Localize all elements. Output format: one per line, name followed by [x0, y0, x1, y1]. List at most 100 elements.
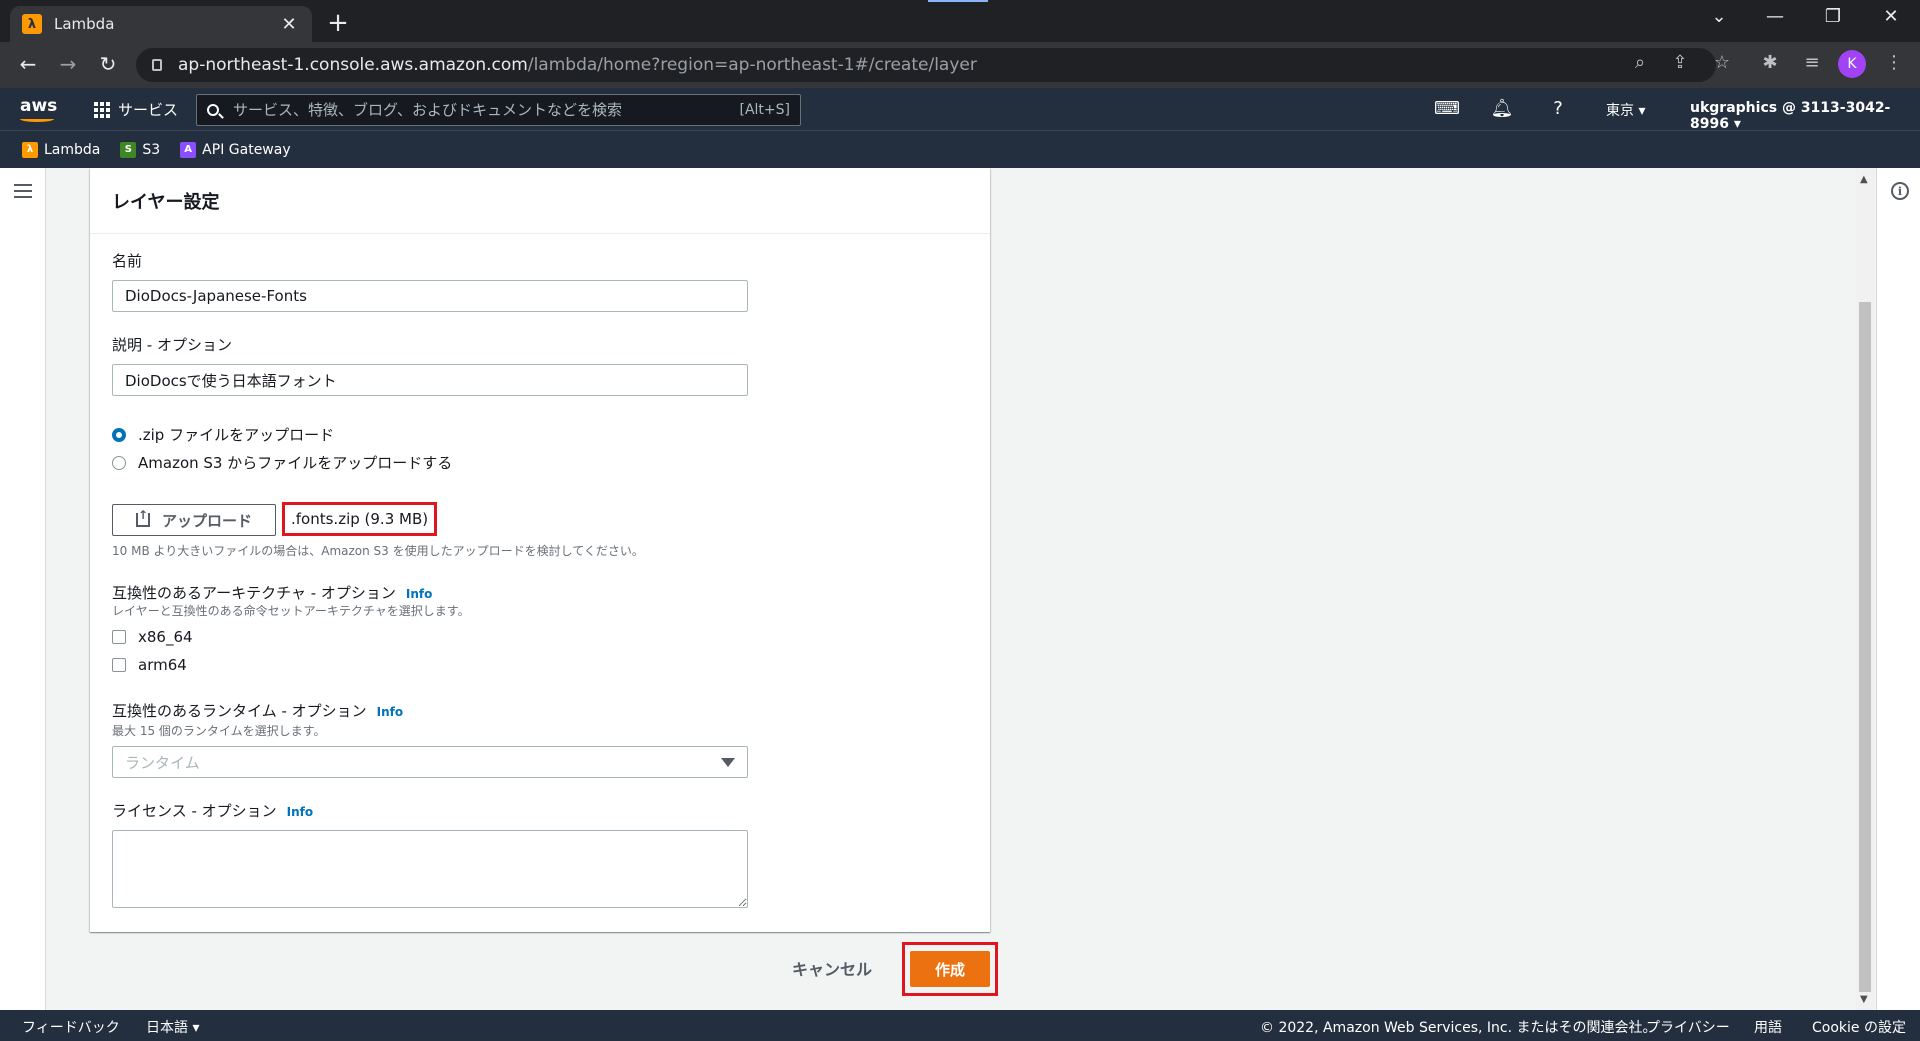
cloudshell-icon[interactable]: ⌨ [1434, 98, 1460, 119]
share-icon[interactable]: ⇪ [1668, 52, 1692, 73]
language-selector[interactable]: 日本語 ▾ [146, 1017, 199, 1037]
tab-search-icon[interactable]: ⌄ [1704, 6, 1734, 27]
extensions-icon[interactable]: ✱ [1758, 52, 1782, 73]
forward-arrow-icon[interactable]: → [54, 52, 82, 76]
aws-top-nav: aws サービス [Alt+S] ⌨ 🔔︎ ? 東京 ▾ ukgraphics … [0, 88, 1920, 132]
feedback-link[interactable]: フィードバック [22, 1017, 120, 1037]
radio-upload-s3[interactable]: Amazon S3 からファイルをアップロードする [112, 452, 452, 473]
aws-search-input[interactable] [233, 101, 740, 119]
section-title: レイヤー設定 [112, 192, 220, 213]
region-selector[interactable]: 東京 ▾ [1606, 100, 1645, 120]
upload-button[interactable]: アップロード [112, 504, 276, 536]
cancel-button[interactable]: キャンセル [792, 956, 872, 980]
description-input[interactable] [112, 364, 748, 396]
services-menu-button[interactable]: サービス [94, 99, 178, 120]
right-tools-rail: i [1876, 168, 1920, 1010]
license-label-text: ライセンス - オプション [112, 802, 277, 820]
tab-close-icon[interactable]: ✕ [278, 14, 300, 35]
profile-avatar[interactable]: K [1838, 50, 1866, 78]
license-textarea[interactable] [112, 830, 748, 908]
scroll-thumb[interactable] [1859, 302, 1871, 992]
aws-search-box[interactable]: [Alt+S] [196, 94, 801, 126]
name-label: 名前 [112, 252, 143, 270]
favorite-s3[interactable]: S S3 [120, 141, 161, 158]
address-bar[interactable]: ap-northeast-1.console.aws.amazon.com /l… [136, 48, 1716, 82]
help-icon[interactable]: ? [1546, 98, 1570, 119]
aws-logo[interactable]: aws [20, 96, 58, 122]
radio-unselected-icon[interactable] [112, 455, 126, 470]
browser-menu-icon[interactable]: ⋮ [1882, 52, 1906, 73]
lock-icon [152, 59, 162, 71]
favorites-bar: λ Lambda S S3 A API Gateway [0, 130, 1920, 168]
media-queue-icon[interactable]: ≡ [1800, 52, 1824, 73]
radio-label: Amazon S3 からファイルをアップロードする [138, 454, 453, 472]
lambda-favicon-icon: λ [22, 14, 42, 34]
browser-tab-lambda[interactable]: λ Lambda ✕ [10, 6, 312, 42]
tab-title: Lambda [54, 15, 115, 33]
copyright-text: © 2022, Amazon Web Services, Inc. またはその関… [1260, 1020, 1657, 1036]
create-button[interactable]: 作成 [910, 951, 990, 987]
terms-link[interactable]: 用語 [1754, 1017, 1782, 1037]
url-host: ap-northeast-1.console.aws.amazon.com [178, 55, 528, 75]
grid-icon [94, 101, 110, 118]
runtime-label: 互換性のあるランタイム - オプション Info [112, 700, 403, 721]
bookmark-star-icon[interactable]: ☆ [1710, 52, 1734, 73]
radio-label: .zip ファイルをアップロード [138, 426, 335, 444]
favorite-label: Lambda [44, 141, 101, 158]
minimize-button[interactable]: — [1760, 6, 1790, 27]
runtime-select[interactable]: ランタイム [112, 746, 748, 778]
favorite-label: S3 [142, 141, 161, 158]
runtime-description: 最大 15 個のランタイムを選択します。 [112, 724, 326, 738]
radio-selected-icon[interactable] [112, 427, 126, 442]
tab-strip-accent [928, 0, 988, 2]
upload-hint: 10 MB より大きいファイルの場合は、Amazon S3 を使用したアップロー… [112, 544, 644, 558]
checkbox-label: x86_64 [138, 628, 193, 646]
lambda-icon: λ [22, 141, 38, 158]
upload-button-label: アップロード [161, 511, 252, 530]
url-path: /lambda/home?region=ap-northeast-1#/crea… [527, 55, 977, 75]
new-tab-button[interactable]: + [326, 8, 350, 38]
notifications-bell-icon[interactable]: 🔔︎ [1490, 98, 1514, 119]
s3-icon: S [120, 141, 137, 158]
scroll-down-arrow-icon[interactable]: ▼ [1860, 994, 1868, 1005]
api-gateway-icon: A [180, 141, 197, 158]
browser-toolbar: ← → ↻ ap-northeast-1.console.aws.amazon.… [0, 42, 1920, 88]
close-window-button[interactable]: ✕ [1876, 6, 1906, 27]
checkbox-x86-64[interactable]: x86_64 [112, 628, 193, 646]
console-footer: フィードバック 日本語 ▾ © 2022, Amazon Web Service… [0, 1010, 1920, 1041]
back-arrow-icon[interactable]: ← [14, 52, 42, 76]
favorite-lambda[interactable]: λ Lambda [22, 141, 101, 158]
scroll-up-arrow-icon[interactable]: ▲ [1860, 174, 1868, 185]
radio-upload-zip[interactable]: .zip ファイルをアップロード [112, 424, 334, 445]
info-icon[interactable]: i [1891, 182, 1909, 200]
license-info-link[interactable]: Info [287, 805, 313, 819]
uploaded-file-name: .fonts.zip (9.3 MB) [282, 502, 438, 536]
layer-settings-panel: レイヤー設定 名前 説明 - オプション .zip ファイルをアップロード Am… [90, 168, 990, 932]
runtime-placeholder: ランタイム [125, 753, 200, 772]
privacy-link[interactable]: プライバシー [1646, 1017, 1730, 1037]
favorite-api-gateway[interactable]: A API Gateway [180, 141, 291, 158]
zoom-icon[interactable]: ⌕ [1628, 52, 1652, 73]
aws-logo-smile [20, 116, 54, 122]
cookie-settings-link[interactable]: Cookie の設定 [1812, 1017, 1906, 1037]
aws-logo-text: aws [20, 96, 58, 116]
panel-header: レイヤー設定 [90, 168, 990, 234]
architecture-label: 互換性のあるアーキテクチャ - オプション Info [112, 582, 432, 603]
checkbox-icon[interactable] [112, 630, 126, 644]
checkbox-icon[interactable] [112, 658, 126, 672]
name-input[interactable] [112, 280, 748, 312]
license-label: ライセンス - オプション Info [112, 800, 313, 821]
upload-icon [135, 508, 150, 527]
checkbox-arm64[interactable]: arm64 [112, 656, 187, 674]
description-label: 説明 - オプション [112, 336, 232, 354]
restore-button[interactable]: ❐ [1818, 6, 1848, 27]
runtime-info-link[interactable]: Info [377, 705, 403, 719]
page-scrollbar[interactable]: ▲ ▼ [1856, 168, 1874, 1010]
hamburger-menu-icon[interactable] [14, 184, 32, 202]
create-button-highlight: 作成 [902, 942, 998, 996]
account-menu[interactable]: ukgraphics @ 3113-3042-8996 ▾ [1690, 100, 1920, 132]
browser-tab-strip: λ Lambda ✕ + ⌄ — ❐ ✕ [0, 0, 1920, 42]
reload-icon[interactable]: ↻ [94, 52, 122, 76]
search-shortcut: [Alt+S] [739, 102, 791, 118]
architecture-info-link[interactable]: Info [406, 587, 432, 601]
